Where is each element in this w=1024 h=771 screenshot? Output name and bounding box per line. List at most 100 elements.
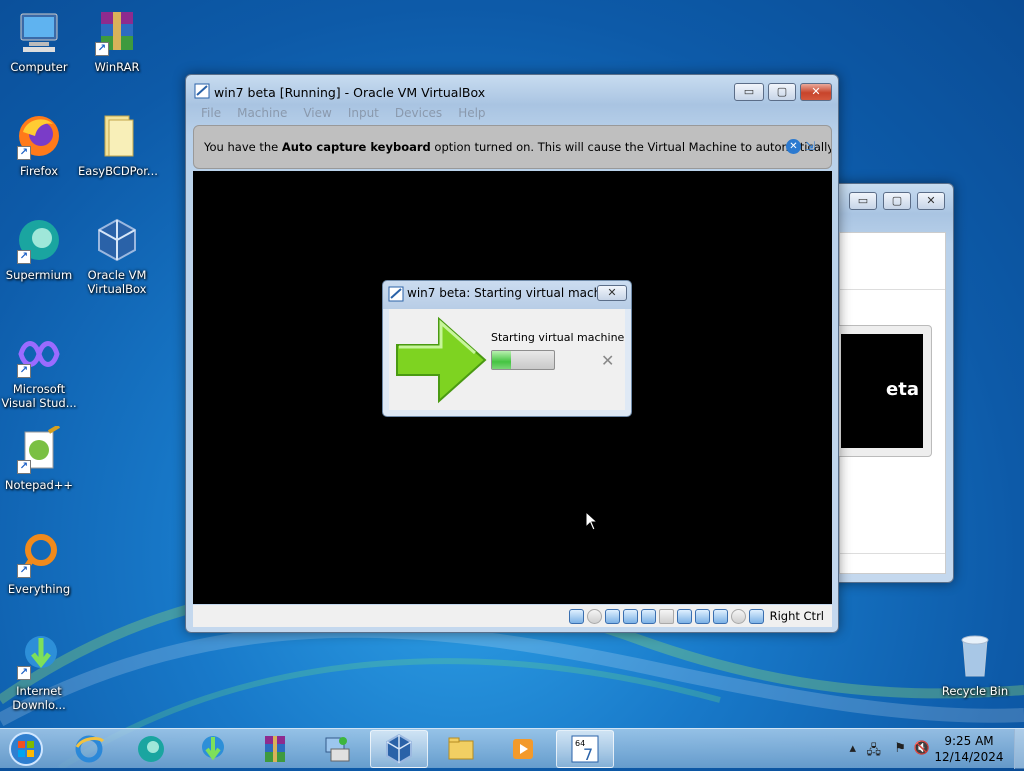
taskbar-media[interactable] xyxy=(494,730,552,768)
cpu-icon[interactable] xyxy=(712,608,728,624)
shortcut-arrow-icon: ↗ xyxy=(95,42,109,56)
desktop-icon-label: Supermium xyxy=(5,268,73,282)
usb-icon[interactable] xyxy=(640,608,656,624)
background-window-content: eta xyxy=(832,232,946,574)
taskbar-virtualbox[interactable] xyxy=(370,730,428,768)
taskbar-explorer[interactable] xyxy=(432,730,490,768)
taskbar-internet-explorer[interactable] xyxy=(60,730,118,768)
video-capture-icon[interactable] xyxy=(694,608,710,624)
supermium-icon xyxy=(138,736,164,762)
desktop-icon-visual-studio[interactable]: ↗ Microsoft Visual Stud... xyxy=(0,330,78,410)
notice-text-2: option turned on. This will cause the Vi… xyxy=(430,140,832,154)
visual-studio-icon: ↗ xyxy=(15,330,63,378)
dialog-body: Starting virtual machine ... ✕ xyxy=(389,309,625,410)
clock-time: 9:25 AM xyxy=(944,734,994,748)
display-icon[interactable] xyxy=(676,608,692,624)
everything-icon: ↗ xyxy=(15,530,63,578)
dialog-icon xyxy=(388,286,404,302)
shortcut-arrow-icon: ↗ xyxy=(17,146,31,160)
mouse-cursor-icon xyxy=(585,511,599,531)
vm-window-icon: 647 xyxy=(571,735,599,764)
menu-help[interactable]: Help xyxy=(450,104,493,124)
dialog-close-button[interactable]: ✕ xyxy=(597,285,627,301)
taskbar-winrar[interactable] xyxy=(246,730,304,768)
menu-file[interactable]: File xyxy=(193,104,229,124)
start-arrow-icon xyxy=(396,316,487,404)
vm-status-bar: Right Ctrl xyxy=(193,605,832,627)
start-progress-bar xyxy=(491,350,555,370)
volume-muted-icon[interactable]: 🔇 xyxy=(914,741,930,756)
firefox-icon: ↗ xyxy=(15,112,63,160)
network-icon[interactable]: 🖧 xyxy=(867,741,882,763)
notice-text-1: You have the xyxy=(204,140,282,154)
flag-icon[interactable]: ⚑ xyxy=(894,741,906,756)
dialog-title: win7 beta: Starting virtual machine xyxy=(407,286,620,300)
taskbar-setup[interactable] xyxy=(308,730,366,768)
background-window-preview-screen: eta xyxy=(841,334,923,448)
clock-date: 12/14/2024 xyxy=(934,750,1004,764)
audio-icon[interactable] xyxy=(604,608,620,624)
taskbar-supermium[interactable] xyxy=(122,730,180,768)
taskbar-clock[interactable]: 9:25 AM 12/14/2024 xyxy=(934,733,1004,765)
folder-icon xyxy=(93,112,141,160)
desktop-icon-label: Everything xyxy=(7,582,71,596)
start-button[interactable] xyxy=(6,730,46,768)
minimize-button[interactable]: ▭ xyxy=(734,83,764,101)
internet-download-manager-icon xyxy=(202,736,224,761)
maximize-button[interactable]: ▢ xyxy=(768,83,796,101)
desktop-icon-label: Recycle Bin xyxy=(941,684,1009,698)
background-window[interactable]: ▭ ▢ ✕ eta xyxy=(830,183,954,583)
show-desktop-button[interactable] xyxy=(1014,729,1024,769)
background-window-divider xyxy=(840,289,945,290)
desktop-icon-computer[interactable]: Computer xyxy=(0,8,78,74)
auto-capture-notice: You have the Auto capture keyboard optio… xyxy=(193,125,832,169)
desktop-icon-label: WinRAR xyxy=(94,60,140,74)
vm-menu-bar: File Machine View Input Devices Help xyxy=(193,104,831,124)
hard-disk-icon[interactable] xyxy=(568,608,584,624)
desktop-icon-everything[interactable]: ↗ Everything xyxy=(0,530,78,596)
desktop-icon-winrar[interactable]: ↗ WinRAR xyxy=(78,8,156,74)
host-key-label[interactable]: Right Ctrl xyxy=(770,609,824,623)
desktop-icon-firefox[interactable]: ↗ Firefox xyxy=(0,112,78,178)
shortcut-arrow-icon: ↗ xyxy=(17,564,31,578)
desktop-icon-recycle-bin[interactable]: Recycle Bin xyxy=(936,632,1014,698)
desktop-icon-label: Microsoft Visual Stud... xyxy=(1,382,77,410)
network-icon[interactable] xyxy=(622,608,638,624)
shortcut-arrow-icon: ↗ xyxy=(17,460,31,474)
maximize-button[interactable]: ▢ xyxy=(883,192,911,210)
desktop-icon-virtualbox[interactable]: Oracle VM VirtualBox xyxy=(78,216,156,296)
desktop-icon-idm[interactable]: ↗ Internet Downlo... xyxy=(0,632,78,712)
menu-machine[interactable]: Machine xyxy=(229,104,295,124)
virtualbox-icon xyxy=(386,733,412,765)
close-button[interactable]: ✕ xyxy=(917,192,945,210)
background-window-preview: eta xyxy=(832,325,932,457)
desktop-icon-label: Oracle VM VirtualBox xyxy=(87,268,147,296)
show-hidden-icons-icon[interactable]: ▴ xyxy=(849,741,856,756)
cancel-icon[interactable]: ✕ xyxy=(601,351,614,370)
minimize-button[interactable]: ▭ xyxy=(849,192,877,210)
internet-download-manager-icon: ↗ xyxy=(15,632,63,680)
winrar-icon xyxy=(265,736,285,762)
close-button[interactable]: ✕ xyxy=(800,83,832,101)
taskbar-idm[interactable] xyxy=(184,730,242,768)
starting-vm-dialog[interactable]: win7 beta: Starting virtual machine ✕ St… xyxy=(382,280,632,417)
notice-dismiss-icon[interactable]: ⇲ xyxy=(805,139,821,154)
shortcut-arrow-icon: ↗ xyxy=(17,250,31,264)
mouse-integration-icon[interactable] xyxy=(730,608,746,624)
notice-bold-1: Auto capture keyboard xyxy=(281,140,431,154)
shared-folders-icon[interactable] xyxy=(658,608,674,624)
optical-drive-icon[interactable] xyxy=(586,608,602,624)
menu-input[interactable]: Input xyxy=(340,104,387,124)
keyboard-capture-icon[interactable] xyxy=(748,608,764,624)
menu-view[interactable]: View xyxy=(295,104,339,124)
taskbar-vbox-vm[interactable]: 64 7 xyxy=(556,730,614,768)
desktop-icon-easybcd[interactable]: EasyBCDPor... xyxy=(78,112,158,178)
notice-close-icon[interactable]: ✕ xyxy=(786,139,801,154)
menu-devices[interactable]: Devices xyxy=(387,104,450,124)
desktop-icon-supermium[interactable]: ↗ Supermium xyxy=(0,216,78,282)
svg-text:7: 7 xyxy=(583,745,593,764)
desktop-icon-notepadpp[interactable]: ↗ Notepad++ xyxy=(0,424,78,492)
shortcut-arrow-icon: ↗ xyxy=(17,666,31,680)
start-progress-fill xyxy=(492,351,511,369)
computer-icon xyxy=(15,8,63,56)
